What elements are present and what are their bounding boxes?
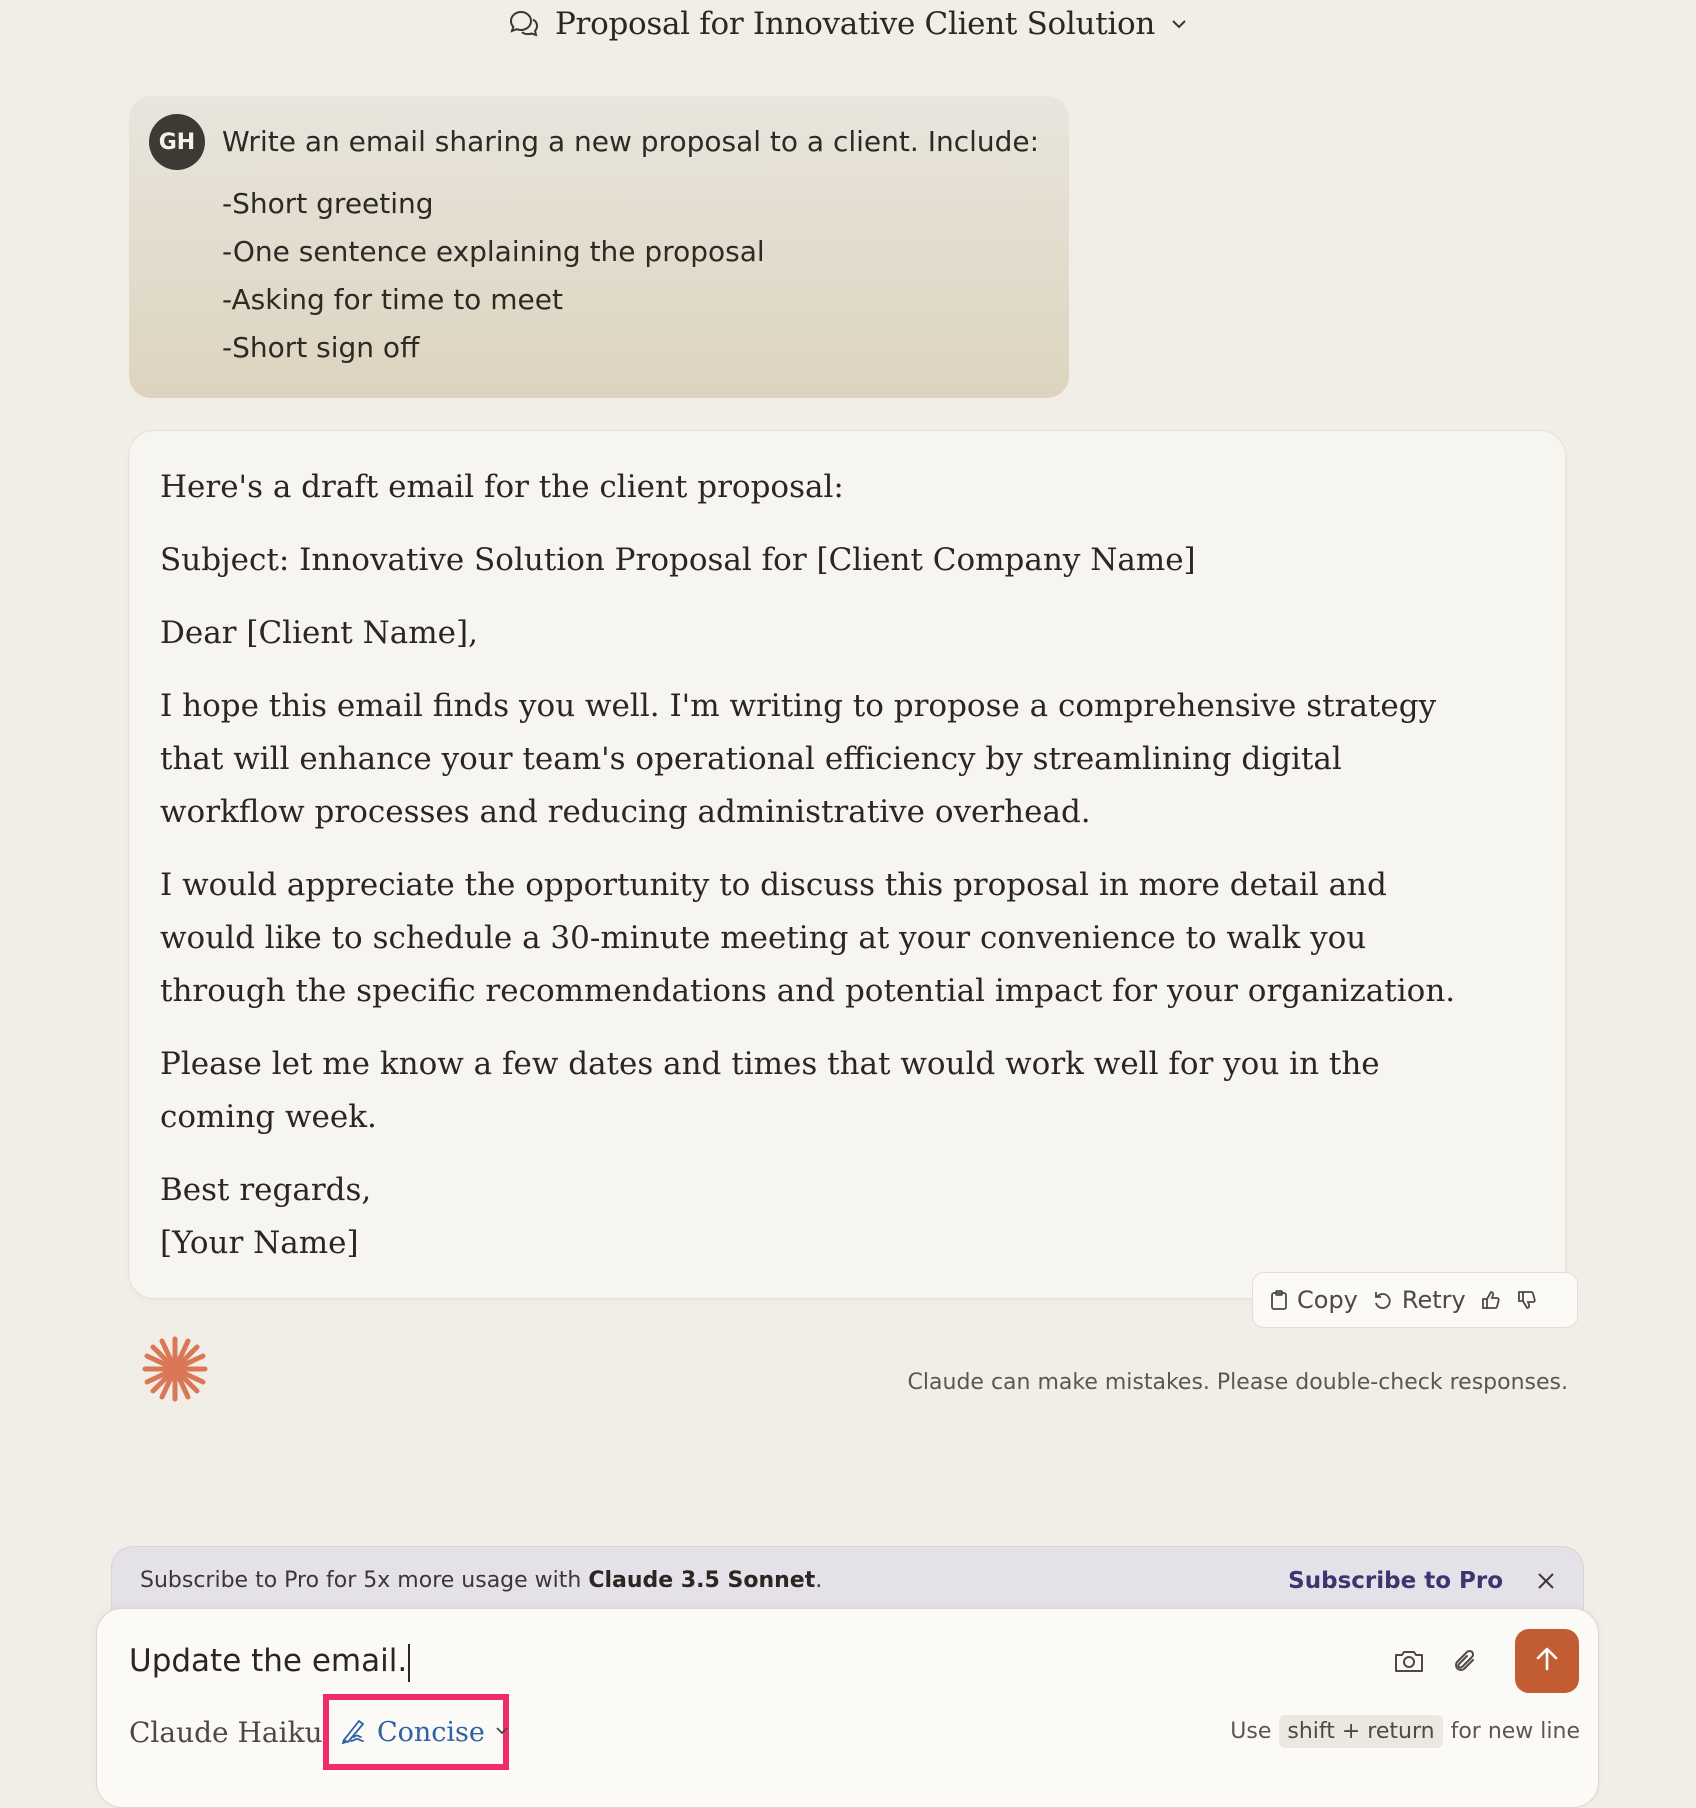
claude-logo-icon (140, 1334, 210, 1404)
email-subject: Subject: Innovative Solution Proposal fo… (160, 542, 1196, 578)
model-selector[interactable]: Claude Haiku (129, 1713, 323, 1753)
text-caret (408, 1643, 411, 1682)
avatar[interactable]: GH (149, 114, 205, 170)
hint-prefix: Use (1230, 1719, 1272, 1744)
copy-label: Copy (1297, 1286, 1358, 1314)
list-item: -Short greeting (222, 187, 434, 220)
subscribe-banner: Subscribe to Pro for 5x more usage with … (111, 1546, 1584, 1614)
user-message-text: Write an email sharing a new proposal to… (222, 120, 1039, 372)
assistant-message: Here's a draft email for the client prop… (128, 430, 1566, 1299)
thumbs-down-button[interactable] (1516, 1289, 1538, 1311)
chevron-down-icon (493, 1721, 511, 1744)
attach-button[interactable] (1445, 1643, 1485, 1683)
retry-label: Retry (1401, 1286, 1466, 1314)
response-intro: Here's a draft email for the client prop… (160, 469, 844, 505)
subscribe-to-pro-link[interactable]: Subscribe to Pro (1288, 1568, 1503, 1594)
conversation-title: Proposal for Innovative Client Solution (555, 6, 1155, 42)
email-signoff: Best regards, (160, 1172, 372, 1208)
message-actions: Copy Retry (1252, 1272, 1578, 1328)
camera-icon (1393, 1647, 1425, 1680)
email-greeting: Dear [Client Name], (160, 615, 478, 651)
banner-model-name: Claude 3.5 Sonnet (588, 1568, 816, 1593)
thumbs-up-icon (1480, 1289, 1502, 1311)
close-icon[interactable] (1537, 1572, 1555, 1590)
chat-bubbles-icon (507, 7, 541, 41)
email-paragraph: Please let me know a few dates and times… (160, 1046, 1380, 1135)
conversation-header[interactable]: Proposal for Innovative Client Solution (0, 0, 1696, 48)
user-message: GH Write an email sharing a new proposal… (129, 96, 1069, 398)
newline-hint: Use shift + return for new line (1230, 1715, 1580, 1748)
chevron-down-icon[interactable] (1169, 14, 1189, 34)
send-button[interactable] (1515, 1629, 1579, 1693)
list-item: -Short sign off (222, 331, 420, 364)
thumbs-up-button[interactable] (1480, 1289, 1502, 1311)
camera-button[interactable] (1389, 1643, 1429, 1683)
user-message-list: -Short greeting -One sentence explaining… (222, 180, 1039, 372)
message-input[interactable]: Update the email. (129, 1639, 411, 1683)
disclaimer-text: Claude can make mistakes. Please double-… (907, 1370, 1568, 1395)
email-paragraph: I would appreciate the opportunity to di… (160, 867, 1456, 1009)
list-item: -Asking for time to meet (222, 283, 563, 316)
assistant-message-text: Here's a draft email for the client prop… (160, 461, 1490, 1270)
banner-message: Subscribe to Pro for 5x more usage with … (140, 1568, 1288, 1593)
retry-button[interactable]: Retry (1372, 1286, 1466, 1314)
hint-suffix: for new line (1450, 1719, 1580, 1744)
clipboard-icon (1269, 1289, 1289, 1311)
arrow-up-icon (1533, 1645, 1561, 1678)
shortcut-keys: shift + return (1279, 1715, 1443, 1748)
thumbs-down-icon (1516, 1289, 1538, 1311)
style-selector[interactable]: Concise (323, 1694, 509, 1770)
message-input-value: Update the email. (129, 1643, 408, 1679)
style-pen-icon (339, 1715, 369, 1750)
paperclip-icon (1451, 1646, 1479, 1681)
list-item: -One sentence explaining the proposal (222, 235, 765, 268)
user-message-intro: Write an email sharing a new proposal to… (222, 125, 1040, 158)
retry-icon (1372, 1289, 1394, 1311)
banner-text-suffix: . (815, 1568, 823, 1593)
banner-text: Subscribe to Pro for 5x more usage with (140, 1568, 589, 1593)
email-sender-name: [Your Name] (160, 1225, 359, 1261)
copy-button[interactable]: Copy (1269, 1286, 1358, 1314)
message-composer: Update the email. Claude Haiku Concise U… (96, 1608, 1599, 1808)
style-label: Concise (377, 1716, 485, 1748)
email-paragraph: I hope this email finds you well. I'm wr… (160, 688, 1437, 830)
